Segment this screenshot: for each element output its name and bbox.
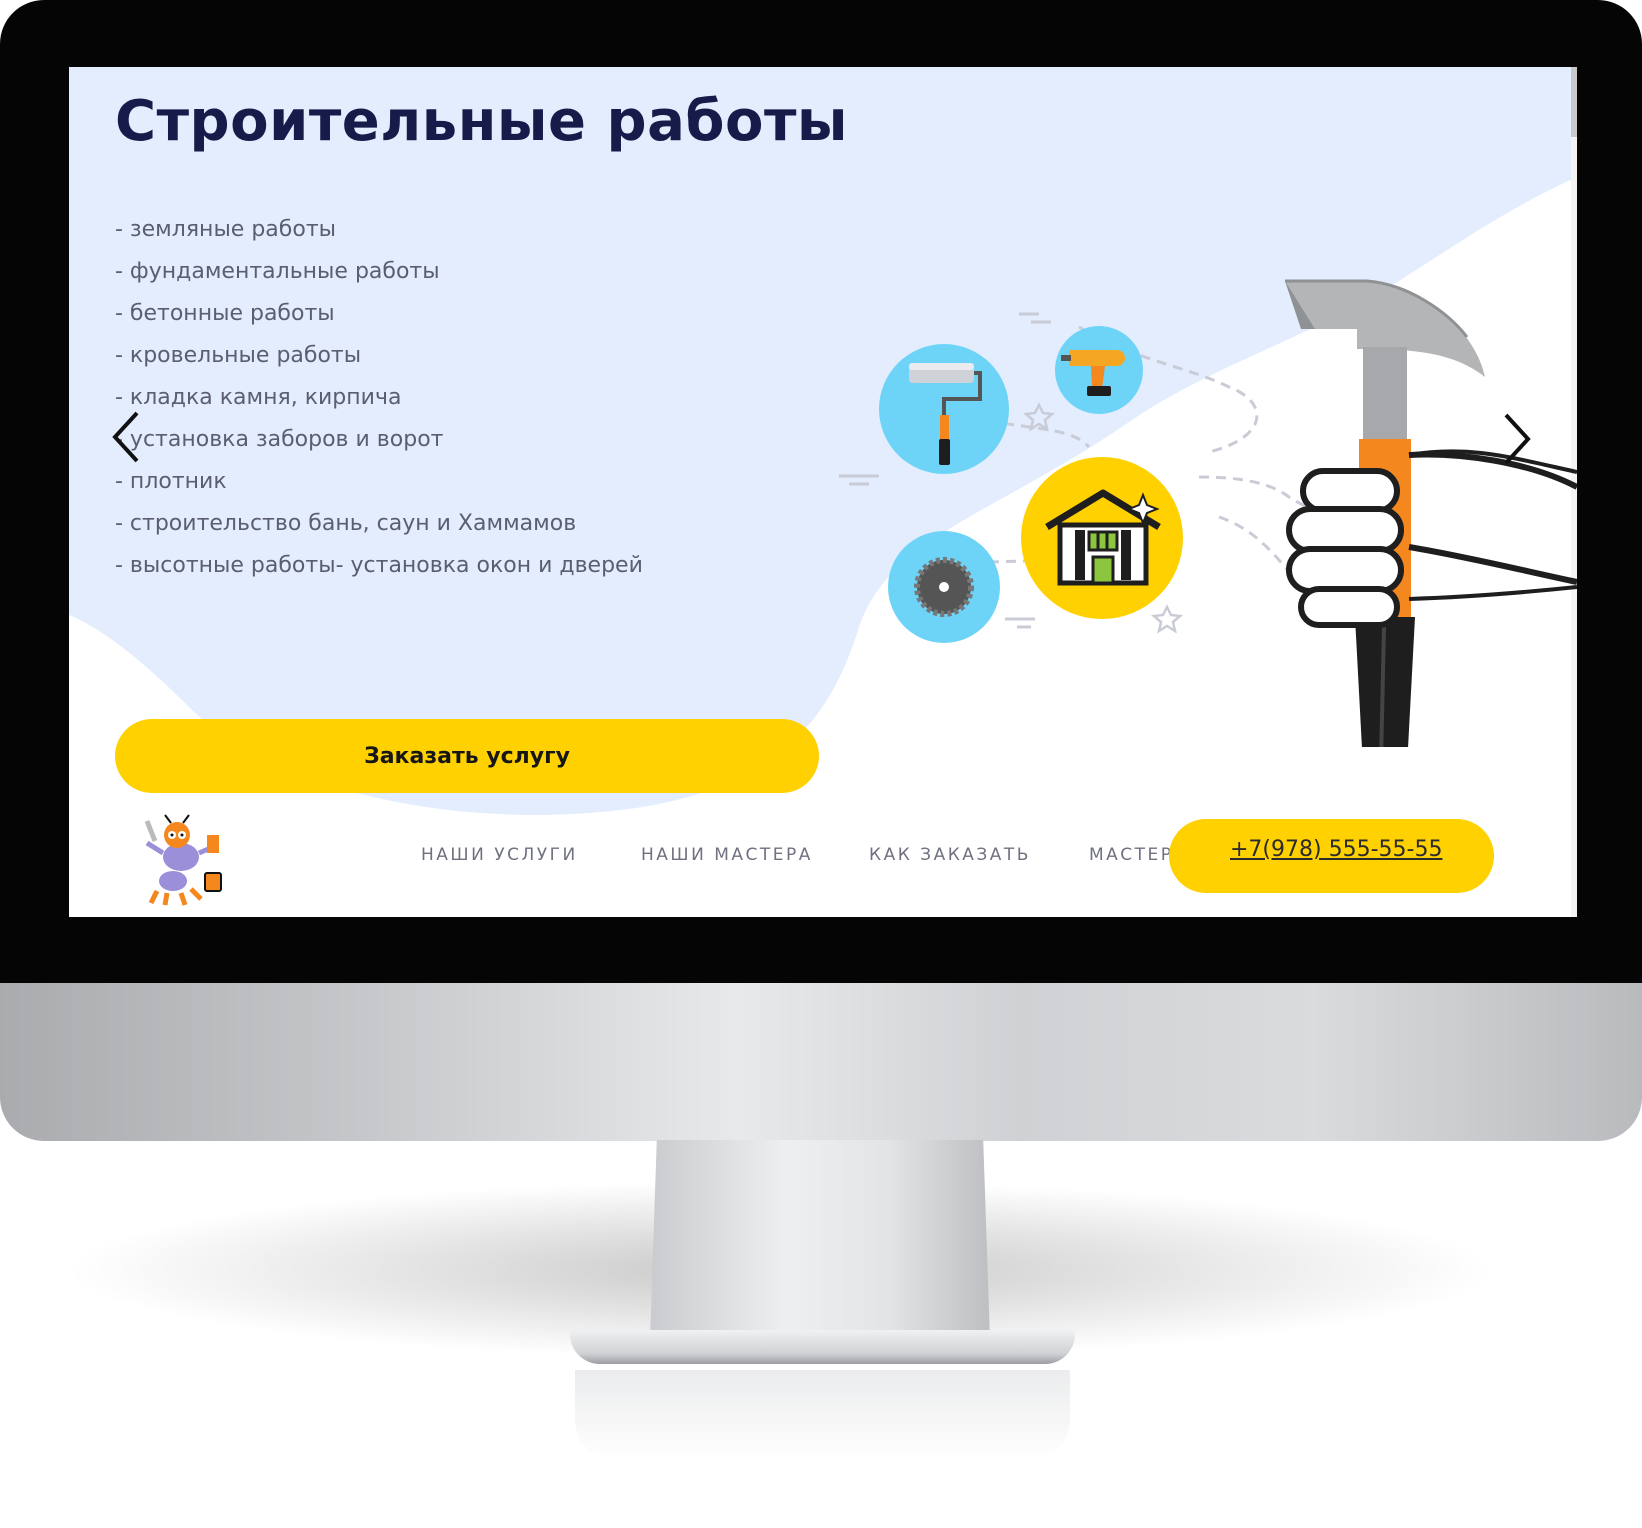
chevron-left-icon[interactable] (109, 409, 143, 465)
service-item: - плотник (115, 469, 227, 494)
nav-item-how-to-order[interactable]: КАК ЗАКАЗАТЬ (869, 845, 1031, 865)
paint-roller-icon (879, 344, 1009, 474)
service-item: - бетонные работы (115, 301, 335, 326)
monitor-chin (0, 983, 1642, 1141)
service-item: - земляные работы (115, 217, 336, 242)
chevron-right-icon[interactable] (1500, 411, 1534, 467)
monitor-foot (570, 1330, 1075, 1364)
service-item: - высотные работы- установка окон и двер… (115, 553, 643, 578)
phone-link[interactable]: +7(978) 555-55-55 (1230, 837, 1442, 862)
nav-item-masters[interactable]: НАШИ МАСТЕРА (641, 845, 813, 865)
service-item: - строительство бань, саун и Хаммамов (115, 511, 577, 536)
construction-illustration (839, 279, 1577, 747)
service-item: - кровельные работы (115, 343, 362, 368)
saw-blade-icon (888, 531, 1000, 643)
ant-handyman-logo[interactable] (137, 813, 237, 909)
service-item: - установка заборов и ворот (115, 427, 444, 452)
page-title: Строительные работы (115, 89, 849, 154)
hammer-in-hand (1285, 279, 1577, 747)
drill-icon (1055, 326, 1143, 414)
monitor-reflection (575, 1370, 1070, 1460)
monitor-stand (650, 1140, 990, 1340)
services-list: - земляные работы - фундаментальные рабо… (115, 209, 643, 587)
scrollbar-thumb[interactable] (1571, 67, 1577, 137)
order-service-button[interactable]: Заказать услугу (115, 719, 819, 793)
service-item: - кладка камня, кирпича (115, 385, 402, 410)
house-icon (1021, 457, 1183, 619)
website-screen: Строительные работы - земляные работы - … (69, 67, 1577, 917)
nav-item-services[interactable]: НАШИ УСЛУГИ (421, 845, 578, 865)
service-item: - фундаментальные работы (115, 259, 440, 284)
